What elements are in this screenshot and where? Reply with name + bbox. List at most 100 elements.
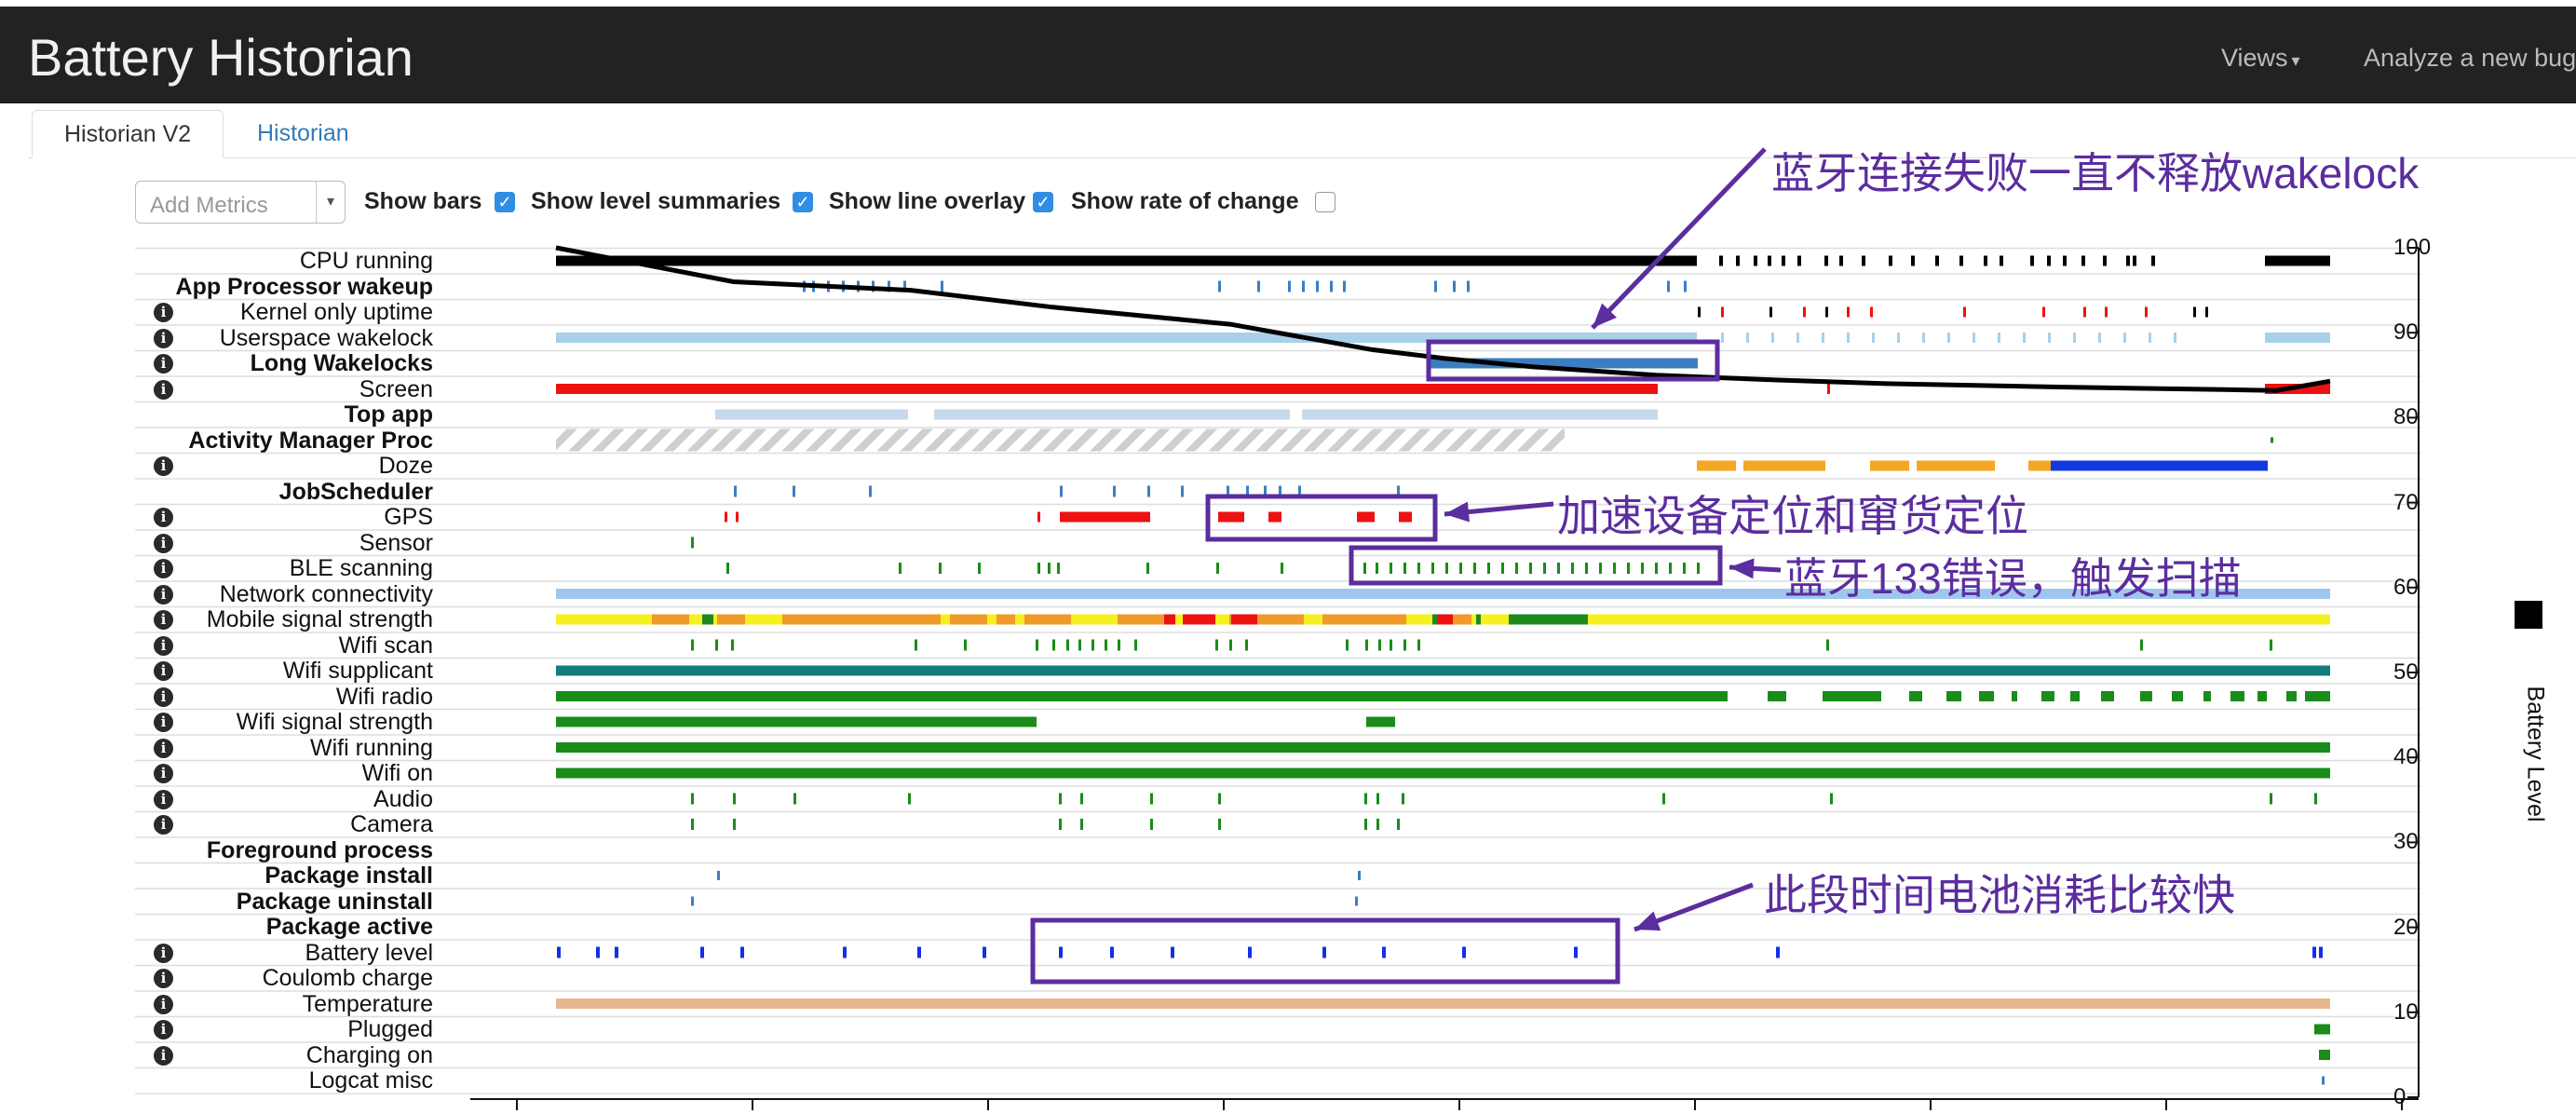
views-menu[interactable]: Views ▾	[2221, 44, 2300, 73]
info-icon[interactable]: i	[154, 661, 173, 681]
timeline-tick	[700, 946, 704, 958]
timeline-tick	[1146, 563, 1149, 574]
row-label: i Camera	[130, 812, 433, 837]
timeline-tick	[2312, 946, 2316, 958]
row-label: i GPS	[130, 505, 433, 530]
row-label: Package install	[130, 863, 433, 889]
timeline-tick	[1171, 946, 1174, 958]
screen-on-bar	[556, 384, 1658, 394]
row-label-text: Top app	[344, 401, 433, 428]
row-label: i Kernel only uptime	[130, 300, 433, 325]
timeline-tick	[1113, 485, 1116, 497]
timeline-tick	[1390, 563, 1392, 574]
timeline-tick	[1181, 485, 1184, 497]
timeline-tick	[1434, 280, 1437, 292]
timeline-tick	[1467, 280, 1470, 292]
info-icon[interactable]: i	[154, 943, 173, 963]
wifi-on-bar	[556, 768, 2330, 779]
row-label: Package uninstall	[130, 888, 433, 915]
row-label-text: Battery level	[305, 939, 433, 966]
timeline-tick	[1257, 280, 1260, 292]
info-icon[interactable]: i	[154, 559, 173, 578]
wifi-radio-bar	[2070, 691, 2080, 701]
timeline-tick	[1080, 819, 1083, 830]
timeline-tick	[2073, 333, 2076, 343]
info-icon[interactable]: i	[154, 610, 173, 630]
timeline-tick	[1870, 306, 1873, 318]
row-label: i Wifi signal strength	[130, 710, 433, 735]
row-label-text: Package uninstall	[236, 888, 433, 915]
row-label: i Sensor	[130, 530, 433, 556]
info-icon[interactable]: i	[154, 764, 173, 783]
info-icon[interactable]: i	[154, 815, 173, 835]
doze-deep-bar	[2051, 460, 2268, 471]
info-icon[interactable]: i	[154, 1045, 173, 1066]
row-label: i Plugged	[130, 1017, 433, 1042]
timeline-tick	[939, 563, 942, 574]
show-line-overlay-checkbox[interactable]: ✓	[1033, 192, 1053, 212]
info-icon[interactable]: i	[154, 584, 173, 605]
timeline-tick	[1641, 563, 1644, 574]
analyze-new-bug-link[interactable]: Analyze a new bug	[2364, 44, 2576, 73]
info-icon[interactable]: i	[154, 635, 173, 656]
timeline-tick	[1746, 333, 1749, 343]
info-icon[interactable]: i	[154, 1020, 173, 1039]
row-label-text: Audio	[373, 785, 433, 812]
row-label-text: Charging on	[305, 1041, 433, 1068]
info-icon[interactable]: i	[154, 379, 173, 400]
wifi-radio-bar	[2257, 691, 2267, 701]
timeline-tick	[691, 896, 694, 906]
row-label-text: Wifi supplicant	[282, 658, 433, 684]
info-icon[interactable]: i	[154, 533, 173, 553]
wifi-radio-bar	[2172, 691, 2183, 701]
timeline-tick	[1105, 639, 1107, 651]
info-icon[interactable]: i	[154, 686, 173, 707]
y-tick-label: 70	[2393, 489, 2419, 515]
row-labels: CPU running App Processor wakeup i Kernel o…	[130, 0, 433, 1114]
timeline-tick	[733, 793, 736, 805]
timeline-tick	[1769, 306, 1772, 318]
row-label-text: Wifi on	[361, 760, 433, 786]
info-icon[interactable]: i	[154, 354, 173, 374]
wifi-radio-bar	[2286, 691, 2297, 701]
timeline-tick	[843, 946, 847, 958]
timeline-tick	[715, 639, 718, 651]
timeline-tick	[2103, 255, 2107, 266]
info-icon[interactable]: i	[154, 789, 173, 809]
info-icon[interactable]: i	[154, 713, 173, 732]
timeline-tick	[1402, 793, 1404, 805]
info-icon[interactable]: i	[154, 738, 173, 758]
row-label: i Battery level	[130, 939, 433, 966]
show-level-summaries-checkbox[interactable]: ✓	[793, 192, 813, 212]
charging-on-bar	[2319, 1050, 2330, 1060]
info-icon[interactable]: i	[154, 969, 173, 988]
info-icon[interactable]: i	[154, 994, 173, 1014]
timeline-tick	[1302, 280, 1305, 292]
timeline-tick	[1736, 255, 1740, 266]
timeline-tick	[1134, 639, 1137, 651]
info-icon[interactable]: i	[154, 456, 173, 476]
timeline-tick	[1364, 819, 1367, 830]
wifi-radio-bar	[2305, 691, 2330, 701]
timeline-tick	[1754, 255, 1757, 266]
timeline-tick	[2000, 255, 2003, 266]
annotation-wakelock: 蓝牙连接失败一直不释放wakelock	[1771, 149, 2420, 197]
timeline-tick	[1796, 333, 1799, 343]
timeline-tick	[1048, 563, 1051, 574]
show-rate-of-change-checkbox[interactable]	[1315, 192, 1335, 212]
timeline-tick	[2270, 793, 2272, 805]
top-app-bar	[715, 409, 908, 420]
row-label-text: Kernel only uptime	[239, 299, 433, 325]
show-bars-checkbox[interactable]: ✓	[495, 192, 515, 212]
row-label-text: Package active	[265, 914, 433, 940]
info-icon[interactable]: i	[154, 303, 173, 322]
timeline-tick	[2047, 255, 2051, 266]
info-icon[interactable]: i	[154, 328, 173, 348]
wifi-running-bar	[556, 742, 2330, 753]
mobile-signal-bar	[950, 614, 987, 625]
row-label-text: GPS	[384, 504, 433, 530]
timeline-tick	[2098, 333, 2101, 343]
timeline-tick	[1543, 563, 1546, 574]
info-icon[interactable]: i	[154, 508, 173, 527]
row-label-text: Userspace wakelock	[219, 324, 433, 351]
